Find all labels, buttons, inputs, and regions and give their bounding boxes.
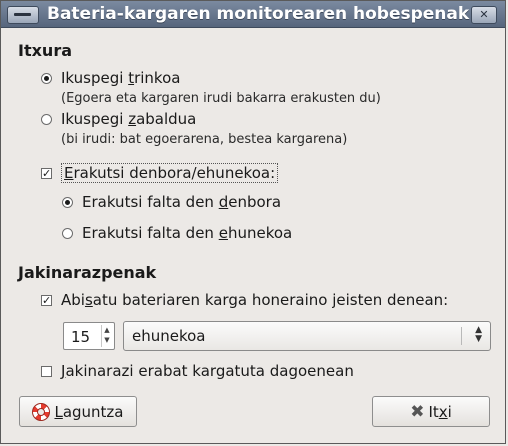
radio-indicator[interactable]: [62, 227, 73, 239]
window-menu-button[interactable]: [7, 6, 39, 24]
appearance-heading: Itxura: [18, 41, 72, 60]
close-button[interactable]: ✖ Itxi: [372, 396, 490, 427]
window-close-button[interactable]: ✕: [471, 6, 497, 24]
notifications-heading: Jakinarazpenak: [18, 263, 157, 282]
unit-selected-value: ehunekoa: [132, 327, 206, 345]
checkbox-indicator[interactable]: ✓: [41, 294, 52, 306]
compact-view-radio[interactable]: Ikuspegi trinkoa: [41, 69, 180, 87]
time-remaining-radio[interactable]: Erakutsi falta den denbora: [62, 193, 281, 211]
window-title: Bateria-kargaren monitorearen hobespenak: [47, 4, 470, 24]
window-menu-icon: [14, 13, 31, 16]
checkbox-indicator[interactable]: ✓: [41, 167, 52, 179]
threshold-spinbutton[interactable]: 15 ▲ ▼: [63, 322, 115, 350]
notify-full-label: Jakinarazi erabat kargatuta dagoenean: [61, 362, 354, 380]
threshold-value[interactable]: 15: [71, 328, 90, 346]
expanded-view-label: Ikuspegi zabaldua: [61, 110, 197, 128]
checkbox-indicator[interactable]: [41, 365, 52, 377]
expanded-view-radio[interactable]: Ikuspegi zabaldua: [41, 110, 196, 128]
show-time-checkbox[interactable]: ✓ Erakutsi denbora/ehunekoa:: [41, 163, 279, 183]
expanded-view-hint: (bi irudi: bat egoerarena, bestea kargar…: [61, 132, 348, 147]
title-bar[interactable]: Bateria-kargaren monitorearen hobespenak…: [1, 1, 505, 28]
combo-separator: [461, 327, 462, 345]
combo-arrows-icon: ▲ ▼: [475, 325, 482, 344]
compact-view-hint: (Egoera eta kargaren irudi bakarra eraku…: [61, 91, 381, 106]
percent-remaining-radio[interactable]: Erakutsi falta den ehunekoa: [62, 224, 292, 242]
compact-view-label: Ikuspegi trinkoa: [61, 69, 181, 87]
notify-full-checkbox[interactable]: Jakinarazi erabat kargatuta dagoenean: [41, 362, 354, 380]
help-button[interactable]: Laguntza: [19, 396, 137, 427]
x-icon: ✖: [410, 401, 425, 422]
window-close-icon: ✕: [479, 8, 489, 21]
unit-combobox[interactable]: ehunekoa ▲ ▼: [123, 321, 491, 351]
preferences-dialog: Bateria-kargaren monitorearen hobespenak…: [0, 0, 506, 444]
spin-arrows-icon[interactable]: ▲ ▼: [101, 325, 112, 347]
show-time-label: Erakutsi denbora/ehunekoa:: [61, 163, 279, 183]
radio-indicator[interactable]: [41, 72, 52, 84]
warn-low-label: Abisatu bateriaren karga honeraino jeist…: [61, 291, 449, 309]
radio-indicator[interactable]: [62, 196, 73, 208]
lifebuoy-icon: [32, 402, 51, 421]
percent-remaining-label: Erakutsi falta den ehunekoa: [82, 224, 293, 242]
help-button-label: Laguntza: [54, 402, 124, 421]
time-remaining-label: Erakutsi falta den denbora: [82, 193, 282, 211]
warn-low-checkbox[interactable]: ✓ Abisatu bateriaren karga honeraino jei…: [41, 291, 448, 309]
radio-indicator[interactable]: [41, 113, 52, 125]
close-button-label: Itxi: [428, 402, 452, 421]
